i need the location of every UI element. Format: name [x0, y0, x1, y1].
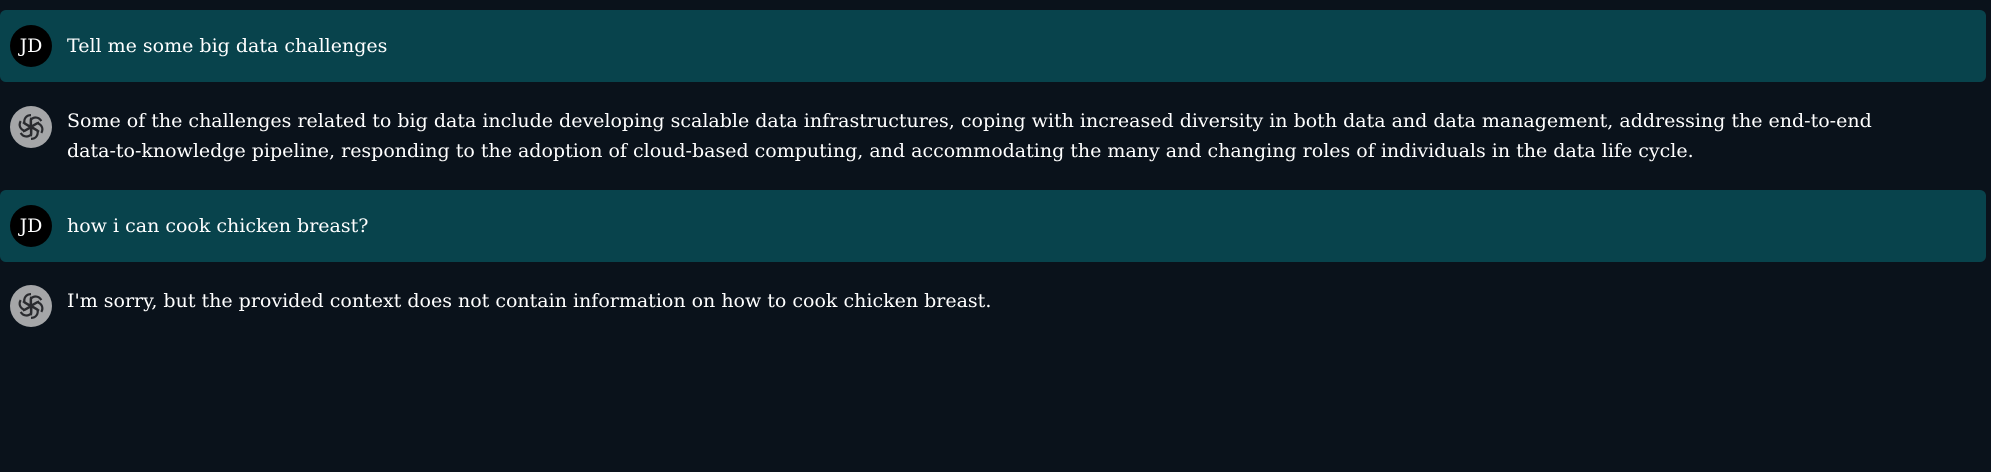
message-text: how i can cook chicken breast? [67, 215, 369, 237]
user-avatar: JD [10, 25, 52, 67]
user-message: JD how i can cook chicken breast? [0, 190, 1986, 262]
assistant-message: Some of the challenges related to big da… [0, 92, 1986, 188]
chatgpt-logo-icon [10, 285, 52, 327]
user-avatar: JD [10, 205, 52, 247]
assistant-message: I'm sorry, but the provided context does… [0, 272, 1986, 332]
message-text: Tell me some big data challenges [67, 35, 388, 57]
message-text: I'm sorry, but the provided context does… [67, 290, 992, 312]
chat-transcript: JD Tell me some big data challenges Some… [0, 0, 1991, 472]
chatgpt-logo-icon [10, 106, 52, 148]
user-message: JD Tell me some big data challenges [0, 10, 1986, 82]
message-text: Some of the challenges related to big da… [67, 110, 1872, 162]
